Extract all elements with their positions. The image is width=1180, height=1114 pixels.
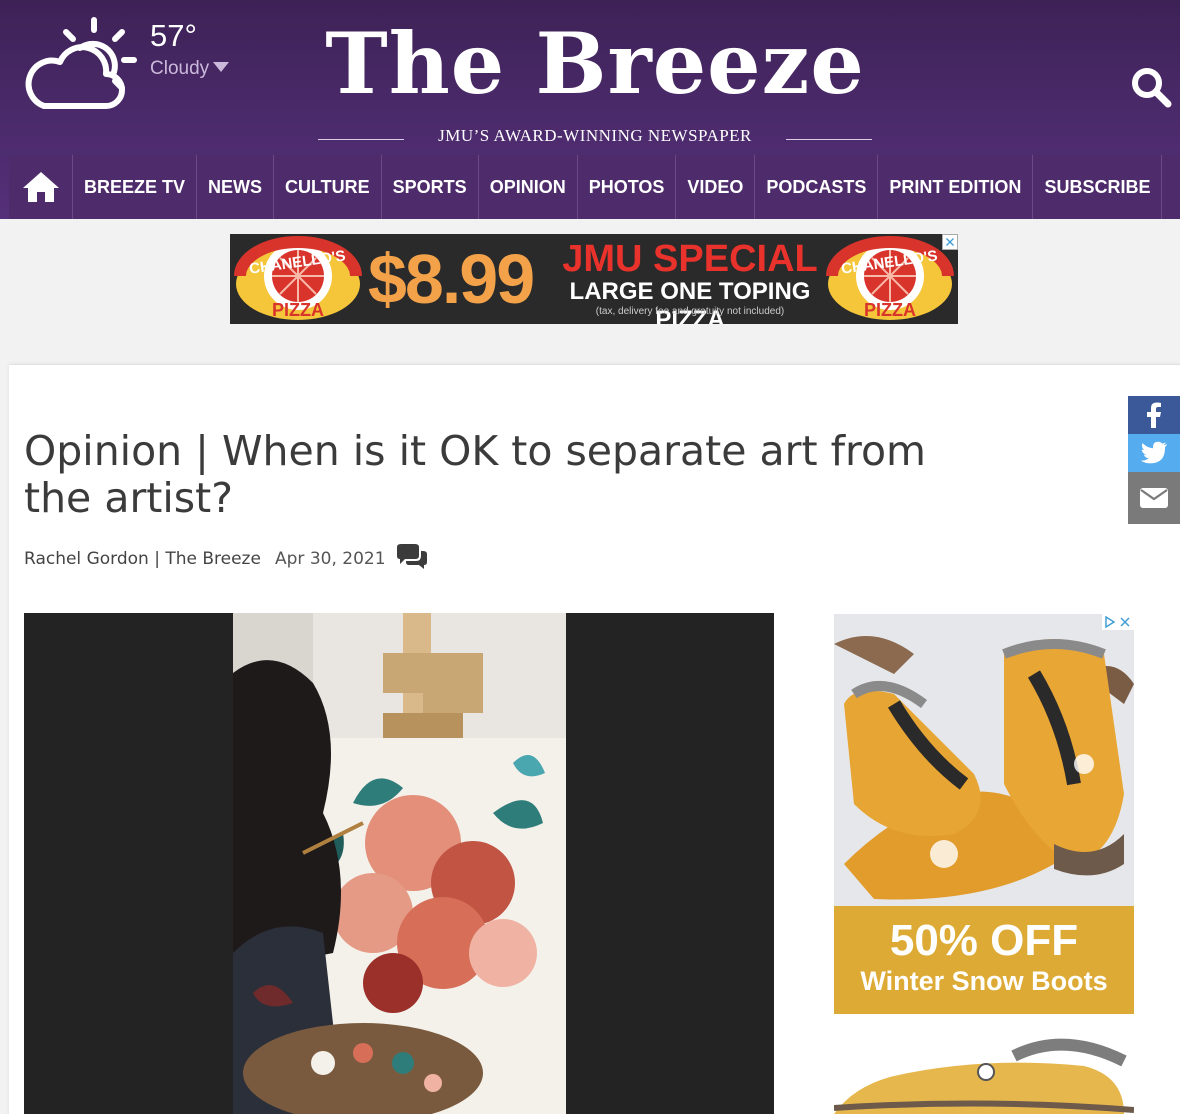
search-icon[interactable] <box>1130 66 1172 108</box>
main-nav: BREEZE TV NEWS CULTURE SPORTS OPINION PH… <box>9 155 1180 219</box>
share-email-button[interactable] <box>1128 472 1180 524</box>
adchoices-icon[interactable] <box>1102 614 1134 630</box>
share-twitter-button[interactable] <box>1128 434 1180 472</box>
nav-item-sports[interactable]: SPORTS <box>382 155 479 219</box>
article-photo[interactable] <box>24 613 774 1114</box>
ad-banner: 50% OFF Winter Snow Boots <box>834 906 1134 1014</box>
partly-cloudy-icon <box>25 17 137 109</box>
logo-pizza-text: PIZZA <box>272 300 324 320</box>
chanellos-logo-left: CHANELLO'S PIZZA <box>234 236 362 320</box>
divider <box>786 139 872 140</box>
ad-fine-print: (tax, delivery fee and gratuity not incl… <box>595 306 785 317</box>
boots-side-ad-2[interactable] <box>834 1036 1134 1114</box>
home-icon <box>22 172 59 202</box>
nav-item-opinion[interactable]: OPINION <box>479 155 578 219</box>
nav-item-podcasts[interactable]: PODCASTS <box>755 155 879 219</box>
ad-product: Winter Snow Boots <box>860 966 1108 996</box>
logo-pizza-text: PIZZA <box>864 300 916 320</box>
weather-condition: Cloudy <box>150 58 210 79</box>
share-facebook-button[interactable] <box>1128 396 1180 434</box>
ad-headline: JMU SPECIAL <box>562 238 818 280</box>
winter-boot-image <box>834 1038 1134 1114</box>
nav-item-photos[interactable]: PHOTOS <box>578 155 677 219</box>
article-headline: Opinion | When is it OK to separate art … <box>24 427 926 522</box>
nav-item-subscribe[interactable]: SUBSCRIBE <box>1033 155 1163 219</box>
painting-artist-image <box>233 613 566 1114</box>
weather-widget[interactable]: 57° Cloudy <box>22 16 242 116</box>
nav-item-print-edition[interactable]: PRINT EDITION <box>878 155 1034 219</box>
comments-icon[interactable] <box>395 543 429 571</box>
winter-boots-image <box>834 614 1134 906</box>
chanellos-logo-right: CHANELLO'S PIZZA <box>826 236 954 320</box>
ad-discount: 50% OFF <box>889 916 1079 965</box>
temperature: 57° <box>150 18 197 53</box>
masthead[interactable]: The Breeze JMU’S AWARD-WINNING NEWSPAPER <box>310 14 880 154</box>
article-date: Apr 30, 2021 <box>275 549 386 569</box>
nav-item-news[interactable]: NEWS <box>197 155 275 219</box>
ad-close-icon[interactable] <box>942 234 958 250</box>
email-icon <box>1140 488 1168 508</box>
nav-home-button[interactable] <box>9 155 73 219</box>
nav-item-video[interactable]: VIDEO <box>676 155 756 219</box>
twitter-icon <box>1140 441 1167 464</box>
nav-item-breeze-tv[interactable]: BREEZE TV <box>73 155 198 219</box>
site-logo-title[interactable]: The Breeze <box>310 14 880 114</box>
nav-item-culture[interactable]: CULTURE <box>274 155 382 219</box>
boots-side-ad[interactable]: 50% OFF Winter Snow Boots <box>834 614 1134 1014</box>
facebook-icon <box>1147 402 1161 428</box>
ad-offer: LARGE ONE TOPING PIZZA <box>569 278 811 324</box>
article-byline[interactable]: Rachel Gordon | The Breeze <box>24 549 261 569</box>
caret-down-icon[interactable] <box>212 60 230 74</box>
site-tagline: JMU’S AWARD-WINNING NEWSPAPER <box>438 126 752 145</box>
ad-price: $8.99 <box>368 240 535 318</box>
pizza-banner-ad[interactable]: CHANELLO'S PIZZA $8.99 JMU SPECIAL LARGE… <box>230 234 958 324</box>
site-header: 57° Cloudy The Breeze JMU’S AWARD-WINNIN… <box>0 0 1180 219</box>
